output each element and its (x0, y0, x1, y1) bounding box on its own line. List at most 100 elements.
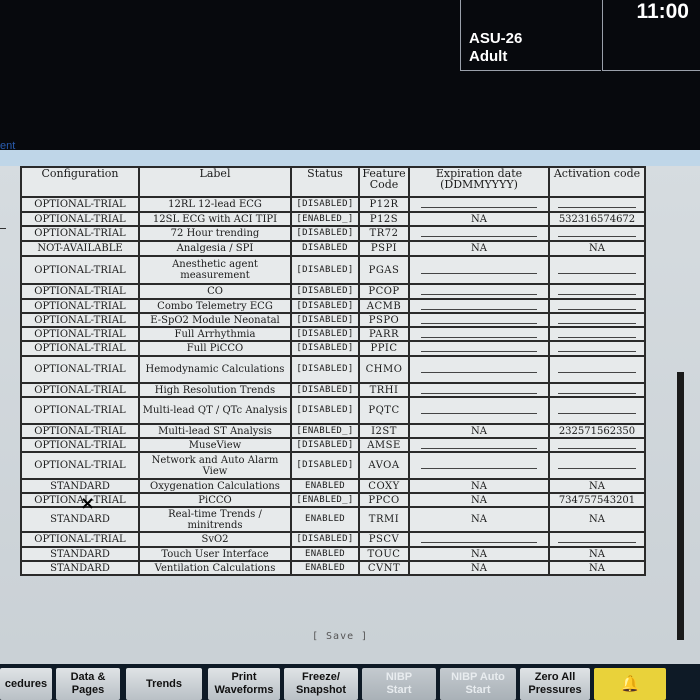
activation-code-cell[interactable] (548, 355, 646, 384)
table-row[interactable]: OPTIONAL-TRIAL Full PiCCO [DISABLED] PPIC (20, 340, 646, 357)
table-row[interactable]: OPTIONAL-TRIAL 72 Hour trending [DISABLED]… (20, 225, 646, 242)
expiration-date-cell[interactable] (408, 283, 550, 300)
table-row[interactable]: STANDARD Ventilation Calculations ENABLED C… (20, 560, 646, 576)
activation-code-cell[interactable] (548, 225, 646, 242)
expiration-date-field[interactable] (421, 536, 537, 543)
expiration-date-cell[interactable] (408, 355, 550, 384)
table-row[interactable]: OPTIONAL-TRIAL 12SL ECG with ACI TIPI [ENA… (20, 211, 646, 227)
activation-code-field[interactable] (558, 317, 636, 324)
table-row[interactable]: OPTIONAL-TRIAL SvO2 [DISABLED] PSCV (20, 531, 646, 548)
expiration-date-cell[interactable]: NA (408, 423, 550, 439)
expiration-date-field[interactable] (421, 407, 537, 414)
table-row[interactable]: STANDARD Touch User Interface ENABLED TOUC N… (20, 546, 646, 562)
activation-code-field[interactable] (558, 462, 636, 469)
table-row[interactable]: OPTIONAL-TRIAL Multi-lead QT / QTc Analys… (20, 396, 646, 425)
activation-code-field[interactable] (558, 536, 636, 543)
table-row[interactable]: STANDARD Oxygenation Calculations ENABLED C… (20, 478, 646, 494)
activation-code-cell[interactable]: 734757543201 (548, 492, 646, 508)
expiration-date-field[interactable] (421, 442, 537, 449)
table-row[interactable]: OPTIONAL-TRIAL CO [DISABLED] PCOP (20, 283, 646, 300)
activation-code-cell[interactable] (548, 196, 646, 213)
activation-code-field[interactable] (558, 345, 636, 352)
expiration-date-cell[interactable] (408, 340, 550, 357)
expiration-date-cell[interactable] (408, 437, 550, 453)
table-row[interactable]: OPTIONAL-TRIAL Full Arrhythmia [DISABLED] P… (20, 326, 646, 342)
activation-code-cell[interactable] (548, 396, 646, 425)
activation-code-cell[interactable] (548, 312, 646, 328)
expiration-date-field[interactable] (421, 303, 537, 310)
table-row[interactable]: OPTIONAL-TRIAL 12RL 12-lead ECG [DISABLED]… (20, 196, 646, 213)
expiration-date-cell[interactable]: NA (408, 506, 550, 533)
table-row[interactable]: OPTIONAL-TRIAL MuseView [DISABLED] AMSE (20, 437, 646, 453)
activation-code-field[interactable] (558, 201, 636, 208)
trends-key[interactable]: Trends (126, 668, 202, 700)
activation-code-field[interactable] (558, 230, 636, 237)
table-row[interactable]: STANDARD Real-time Trends / minitrends ENA… (20, 506, 646, 533)
activation-code-field[interactable] (558, 303, 636, 310)
activation-code-cell[interactable]: NA (548, 506, 646, 533)
expiration-date-cell[interactable] (408, 326, 550, 342)
activation-code-cell[interactable] (548, 437, 646, 453)
print-waveforms-key[interactable]: Print Waveforms (208, 668, 280, 700)
close-x-icon[interactable]: × (80, 493, 95, 514)
expiration-date-cell[interactable]: NA (408, 560, 550, 576)
expiration-date-cell[interactable] (408, 451, 550, 480)
nibp-start-key[interactable]: NIBP Start (362, 668, 436, 700)
expiration-date-cell[interactable]: NA (408, 478, 550, 494)
expiration-date-field[interactable] (421, 366, 537, 373)
save-button[interactable]: [ Save ] (312, 631, 368, 642)
freeze-snapshot-key[interactable]: Freeze/ Snapshot (284, 668, 358, 700)
activation-code-cell[interactable]: NA (548, 240, 646, 257)
expiration-date-cell[interactable] (408, 396, 550, 425)
left-menu-fragment[interactable]: ent (0, 140, 15, 152)
expiration-date-field[interactable] (421, 317, 537, 324)
table-row[interactable]: OPTIONAL-TRIAL Anesthetic agent measureme… (20, 255, 646, 285)
expiration-date-field[interactable] (421, 331, 537, 338)
expiration-date-cell[interactable] (408, 312, 550, 328)
activation-code-cell[interactable] (548, 298, 646, 314)
zero-all-pressures-key[interactable]: Zero All Pressures (520, 668, 590, 700)
activation-code-cell[interactable]: NA (548, 560, 646, 576)
table-row[interactable]: OPTIONAL-TRIAL Combo Telemetry ECG [DISABL… (20, 298, 646, 314)
expiration-date-cell[interactable]: NA (408, 211, 550, 227)
expiration-date-cell[interactable]: NA (408, 492, 550, 508)
table-row[interactable]: OPTIONAL-TRIAL Multi-lead ST Analysis [ENA… (20, 423, 646, 439)
data-pages-key[interactable]: Data & Pages (56, 668, 120, 700)
activation-code-cell[interactable] (548, 340, 646, 357)
expiration-date-cell[interactable] (408, 298, 550, 314)
expiration-date-field[interactable] (421, 267, 537, 274)
activation-code-cell[interactable]: 532316574672 (548, 211, 646, 227)
patient-info-box[interactable]: ASU-26 Adult (460, 0, 601, 71)
activation-code-cell[interactable] (548, 255, 646, 285)
activation-code-cell[interactable]: 232571562350 (548, 423, 646, 439)
expiration-date-field[interactable] (421, 462, 537, 469)
activation-code-cell[interactable]: NA (548, 546, 646, 562)
expiration-date-cell[interactable] (408, 531, 550, 548)
expiration-date-cell[interactable] (408, 225, 550, 242)
activation-code-cell[interactable] (548, 326, 646, 342)
activation-code-field[interactable] (558, 387, 636, 394)
expiration-date-cell[interactable] (408, 196, 550, 213)
table-row[interactable]: OPTIONAL-TRIAL E-SpO2 Module Neonatal [DIS… (20, 312, 646, 328)
alarm-silence-key[interactable]: 🔔 (594, 668, 666, 700)
activation-code-cell[interactable] (548, 382, 646, 398)
expiration-date-cell[interactable]: NA (408, 240, 550, 257)
activation-code-field[interactable] (558, 288, 636, 295)
expiration-date-cell[interactable]: NA (408, 546, 550, 562)
expiration-date-cell[interactable] (408, 255, 550, 285)
activation-code-field[interactable] (558, 442, 636, 449)
activation-code-field[interactable] (558, 366, 636, 373)
procedures-key[interactable]: cedures (0, 668, 52, 700)
activation-code-cell[interactable] (548, 531, 646, 548)
table-row[interactable]: OPTIONAL-TRIAL High Resolution Trends [DIS… (20, 382, 646, 398)
activation-code-cell[interactable] (548, 451, 646, 480)
expiration-date-field[interactable] (421, 230, 537, 237)
activation-code-field[interactable] (558, 407, 636, 414)
table-row[interactable]: OPTIONAL-TRIAL PiCCO [ENABLED_] PPCO NA 73475… (20, 492, 646, 508)
expiration-date-field[interactable] (421, 387, 537, 394)
scrollbar[interactable] (677, 372, 684, 640)
nibp-auto-start-key[interactable]: NIBP Auto Start (440, 668, 516, 700)
activation-code-field[interactable] (558, 331, 636, 338)
table-row[interactable]: OPTIONAL-TRIAL Hemodynamic Calculations [D… (20, 355, 646, 384)
expiration-date-field[interactable] (421, 201, 537, 208)
